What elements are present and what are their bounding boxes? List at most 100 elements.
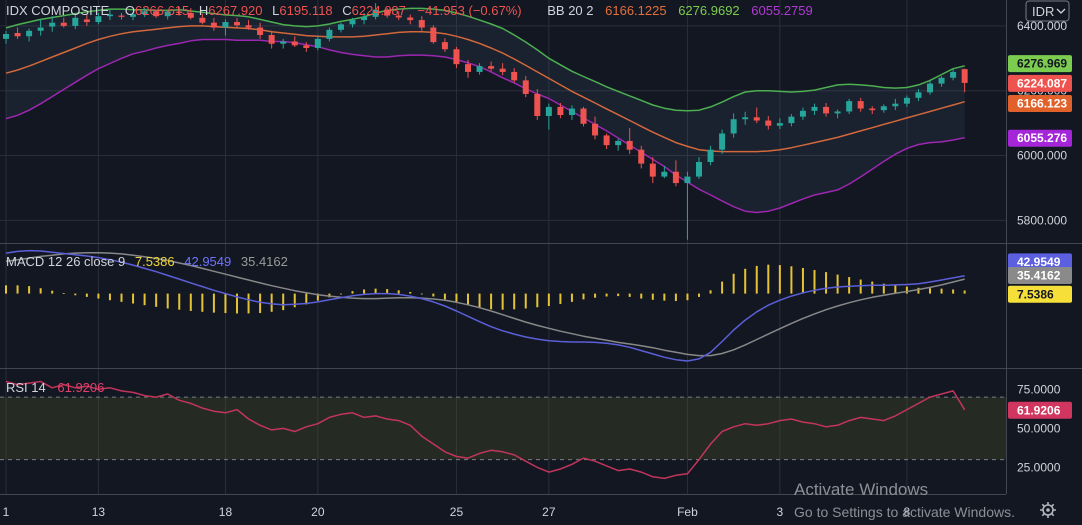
macd-histogram-bar bbox=[62, 293, 65, 294]
macd-histogram-bar bbox=[420, 293, 423, 295]
open-label: O bbox=[125, 3, 135, 18]
candle-body bbox=[234, 22, 240, 26]
candle-body bbox=[49, 22, 56, 27]
macd-histogram-bar bbox=[767, 264, 770, 294]
time-axis-label: 27 bbox=[542, 505, 556, 519]
currency-button[interactable]: IDR bbox=[1025, 0, 1070, 22]
rsi-legend-value: 61.9206 bbox=[57, 380, 104, 395]
macd-histogram-bar bbox=[686, 293, 689, 301]
macd-histogram-bar bbox=[409, 291, 412, 294]
candle-body bbox=[742, 117, 749, 120]
macd-histogram-bar bbox=[790, 266, 793, 294]
gear-icon[interactable] bbox=[1040, 502, 1056, 518]
macd-tag-text: 42.9549 bbox=[1017, 255, 1061, 269]
open-value: 6266.615 bbox=[135, 3, 189, 18]
macd-histogram-bar bbox=[905, 286, 908, 294]
price-axis-tick-label: 6000.000 bbox=[1017, 149, 1067, 163]
macd-histogram-bar bbox=[536, 293, 539, 308]
macd-histogram-bar bbox=[825, 272, 828, 294]
candle-body bbox=[83, 19, 90, 23]
svg-text:IDX COMPOSITE O6266.61: IDX COMPOSITE O6266.615 H6267.920 L6195.… bbox=[6, 3, 813, 18]
candle-body bbox=[684, 176, 691, 184]
candle-body bbox=[938, 77, 945, 84]
candle-body bbox=[280, 41, 287, 44]
low-label: L bbox=[272, 3, 279, 18]
bb-upper-tag: 6276.969 bbox=[1008, 55, 1072, 73]
close-price-tag-text: 6224.087 bbox=[1017, 76, 1067, 90]
macd-histogram-bar bbox=[201, 293, 204, 312]
candle-body bbox=[257, 27, 264, 35]
macd-histogram-bar bbox=[282, 293, 285, 311]
macd-histogram-bar bbox=[594, 293, 597, 298]
candle-body bbox=[927, 83, 933, 93]
macd-histogram-bar bbox=[871, 281, 874, 294]
candle-body bbox=[719, 133, 726, 150]
bb-lower-tag-text: 6055.276 bbox=[1017, 131, 1067, 145]
candle-body bbox=[799, 110, 806, 117]
macd-histogram-bar bbox=[293, 293, 296, 308]
candle-body bbox=[522, 80, 529, 94]
candle-body bbox=[453, 49, 460, 65]
rsi-axis-tick-label: 50.0000 bbox=[1017, 421, 1061, 435]
candle-body bbox=[892, 103, 899, 107]
watermark-line1: Activate Windows bbox=[794, 480, 928, 499]
histogram-tag: 7.5386 bbox=[1008, 285, 1072, 303]
candle-body bbox=[72, 17, 79, 26]
candle-body bbox=[465, 64, 471, 72]
currency-label: IDR bbox=[1032, 4, 1054, 19]
macd-histogram-bar bbox=[132, 293, 135, 304]
candle-body bbox=[37, 27, 44, 31]
macd-histogram-bar bbox=[224, 293, 227, 314]
macd-histogram-bar bbox=[51, 290, 54, 294]
symbol-name[interactable]: IDX COMPOSITE bbox=[6, 3, 110, 18]
candle-body bbox=[592, 123, 599, 136]
watermark-line2: Go to Settings to activate Windows. bbox=[794, 504, 1015, 520]
macd-histogram-bar bbox=[351, 291, 354, 294]
bb-basis-tag: 6166.123 bbox=[1008, 95, 1072, 113]
candle-body bbox=[776, 123, 783, 126]
candle-body bbox=[118, 15, 125, 17]
macd-histogram-bar bbox=[929, 288, 931, 294]
macd-histogram-bar bbox=[189, 293, 192, 311]
macd-histogram-bar bbox=[744, 268, 747, 294]
candle-body bbox=[580, 108, 587, 124]
candle-body bbox=[534, 93, 541, 116]
macd-histogram-bar bbox=[108, 293, 111, 301]
macd-histogram-bar bbox=[212, 293, 215, 313]
bb-label[interactable]: BB 20 2 bbox=[547, 3, 593, 18]
candle-body bbox=[568, 108, 575, 116]
candle-body bbox=[846, 101, 853, 112]
macd-legend-label[interactable]: MACD 12 26 close 9 bbox=[6, 254, 125, 269]
rsi-tag-text: 61.9206 bbox=[1017, 403, 1061, 417]
time-axis-label: 1 bbox=[3, 505, 10, 519]
candle-body bbox=[672, 171, 679, 184]
time-axis-label: Feb bbox=[677, 505, 698, 519]
macd-histogram-bar bbox=[455, 293, 458, 303]
close-label: C bbox=[342, 3, 351, 18]
signal-tag: 35.4162 bbox=[1008, 267, 1072, 284]
rsi-axis-tick-label: 25.0000 bbox=[1017, 460, 1061, 474]
macd-histogram-bar bbox=[501, 293, 504, 310]
candle-body bbox=[626, 140, 633, 150]
candle-body bbox=[499, 68, 506, 72]
bb-lower-value: 6055.2759 bbox=[751, 3, 812, 18]
macd-histogram-bar bbox=[674, 293, 677, 302]
macd-histogram-bar bbox=[663, 293, 666, 301]
macd-histogram-bar bbox=[120, 293, 123, 302]
macd-histogram-bar bbox=[836, 274, 839, 294]
time-axis-label: 20 bbox=[311, 505, 325, 519]
candle-body bbox=[476, 66, 483, 72]
rsi-legend-label[interactable]: RSI 14 bbox=[6, 380, 46, 395]
macd-histogram-bar bbox=[617, 293, 620, 297]
time-axis-label: 13 bbox=[92, 505, 106, 519]
macd-histogram-bar bbox=[940, 288, 943, 294]
candle-body bbox=[441, 42, 448, 50]
candle-body bbox=[765, 120, 772, 126]
candle-body bbox=[649, 163, 656, 177]
candle-body bbox=[26, 30, 33, 37]
macd-histogram-bar bbox=[363, 289, 366, 294]
candle-body bbox=[326, 29, 333, 39]
macd-legend: MACD 12 26 close 9 7.5386 42.9549 35.416… bbox=[6, 254, 288, 269]
candle-body bbox=[291, 41, 298, 46]
trading-chart: 6400.0006200.0006000.0005800.00075.00005… bbox=[0, 0, 1082, 525]
